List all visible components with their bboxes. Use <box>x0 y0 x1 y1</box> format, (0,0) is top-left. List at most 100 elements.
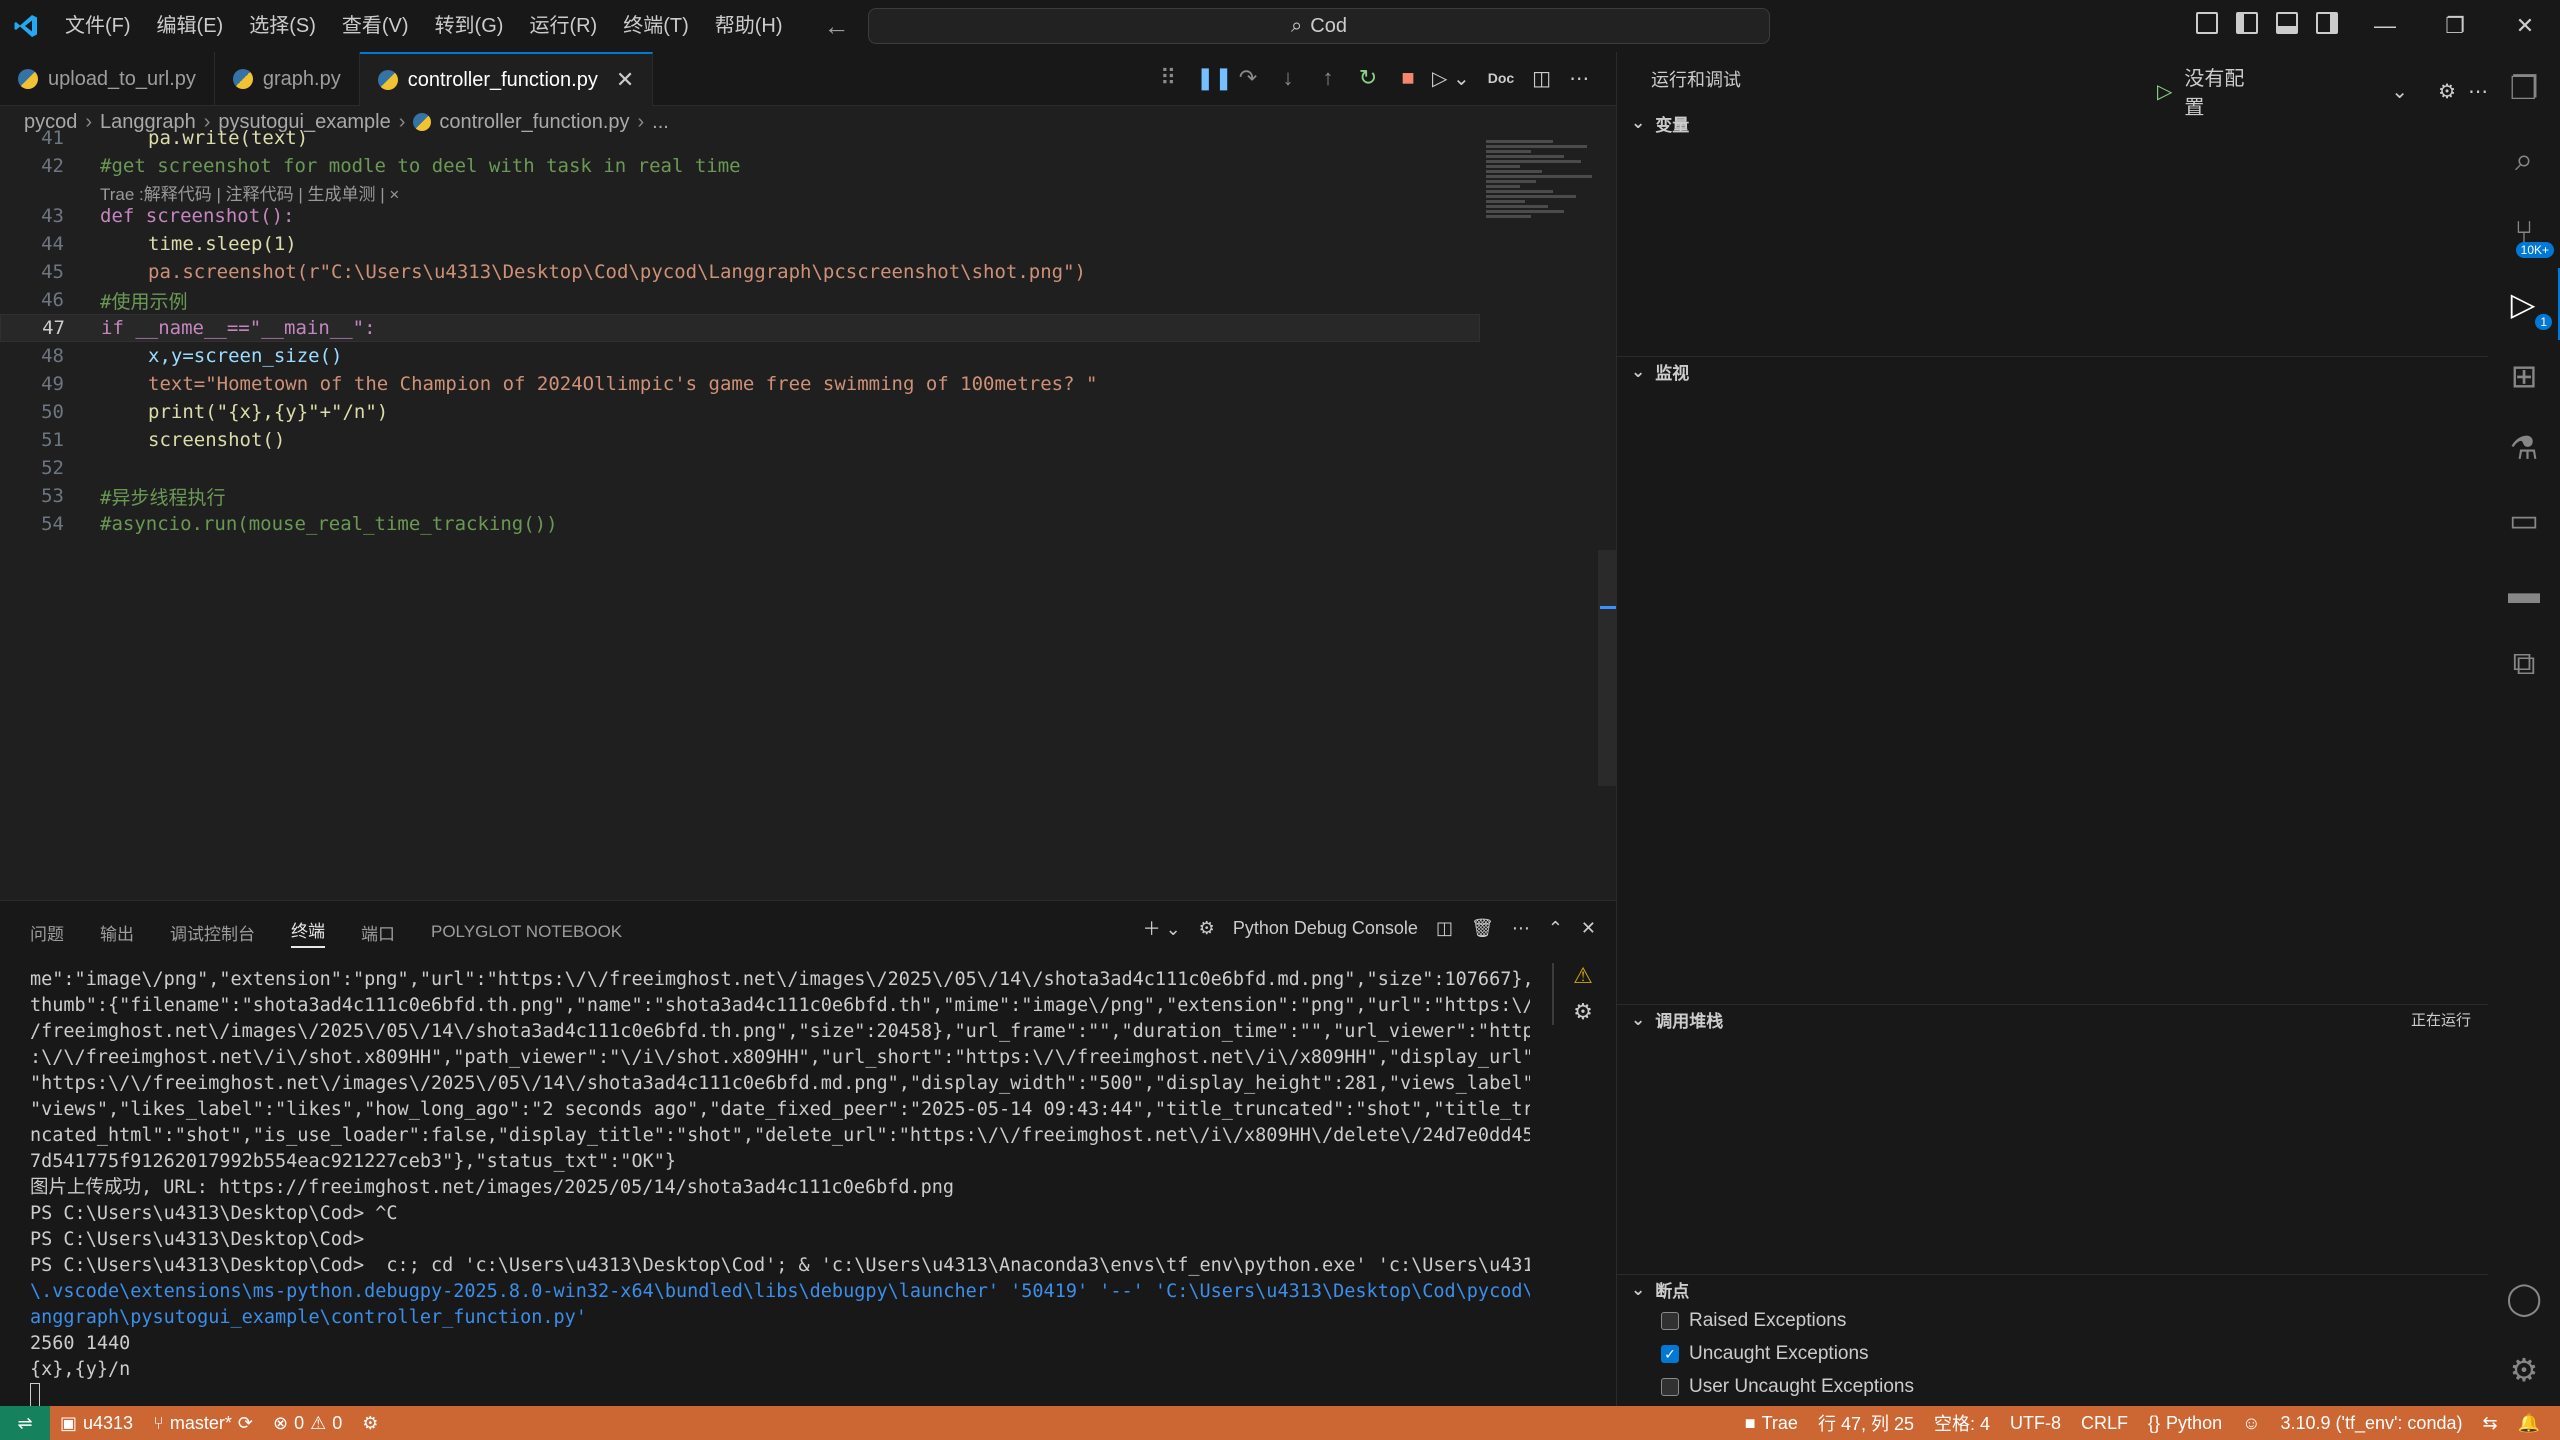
menu-go[interactable]: 转到(G) <box>422 0 517 52</box>
breakpoint-user-uncaught-exceptions[interactable]: User Uncaught Exceptions <box>1661 1376 1914 1398</box>
search-icon[interactable]: ⌕ <box>2488 124 2560 196</box>
minimize-icon[interactable]: — <box>2350 0 2420 52</box>
pause-icon[interactable]: ❚❚ <box>1196 65 1233 91</box>
tab-graph[interactable]: graph.py <box>215 52 360 106</box>
step-out-icon[interactable]: ↑ <box>1316 65 1340 91</box>
close-window-icon[interactable]: ✕ <box>2490 0 2560 52</box>
breakpoint-raised-exceptions[interactable]: Raised Exceptions <box>1661 1310 1846 1332</box>
status-spaces[interactable]: 空格: 4 <box>1924 1410 2000 1436</box>
checkbox[interactable] <box>1661 1312 1679 1330</box>
section-watch[interactable]: ⌄ 监视 <box>1617 356 2489 386</box>
close-tab-icon[interactable]: ✕ <box>616 67 634 93</box>
debug-terminal-icon[interactable]: ⚙ <box>1573 999 1593 1025</box>
status-position[interactable]: 行 47, 列 25 <box>1808 1410 1924 1436</box>
remote-indicator-icon[interactable]: ⇌ <box>0 1406 50 1440</box>
run-debug-icon[interactable]: ▷ 1 <box>2488 268 2560 340</box>
more-actions-icon[interactable]: ⋯ <box>2468 79 2488 104</box>
drag-handle-icon[interactable]: ⠿ <box>1156 65 1180 91</box>
back-arrow-icon[interactable]: ← <box>824 11 850 42</box>
menu-view[interactable]: 查看(V) <box>329 0 422 52</box>
checkbox[interactable] <box>1661 1378 1679 1396</box>
section-call-stack[interactable]: ⌄ 调用堆栈 正在运行 <box>1617 1004 2489 1034</box>
menu-edit[interactable]: 编辑(E) <box>144 0 237 52</box>
account-icon[interactable]: ◯ <box>2488 1262 2560 1334</box>
menu-run[interactable]: 运行(R) <box>516 0 610 52</box>
status-encoding[interactable]: UTF-8 <box>2000 1413 2071 1434</box>
start-debugging-icon[interactable]: ▷ <box>2157 79 2172 104</box>
breakpoint-uncaught-exceptions[interactable]: ✓ Uncaught Exceptions <box>1661 1343 1869 1365</box>
split-terminal-icon[interactable]: ◫ <box>1436 918 1453 939</box>
toggle-primary-sidebar-icon[interactable] <box>2236 12 2258 34</box>
more-actions-icon[interactable]: ⋯ <box>1512 918 1530 939</box>
code-text: pa.screenshot(r"C:\Users\u4313\Desktop\C… <box>148 261 1086 283</box>
doc-button[interactable]: Doc <box>1488 70 1514 86</box>
new-terminal-icon[interactable]: ＋ ⌄ <box>1143 915 1181 941</box>
notifications-bell-icon[interactable]: 🔔 <box>2508 1413 2550 1434</box>
status-problems[interactable]: ⊗ 0 ⚠ 0 <box>263 1413 352 1434</box>
testing-icon[interactable]: ⚗ <box>2488 412 2560 484</box>
chevron-down-icon: ⌄ <box>1631 1279 1646 1299</box>
more-actions-icon[interactable]: ⋯ <box>1569 66 1589 91</box>
tab-debug-console[interactable]: 调试控制台 <box>170 920 255 945</box>
toggle-panel-icon[interactable] <box>2276 12 2298 34</box>
status-feedback-icon[interactable]: ⇆ <box>2472 1413 2507 1434</box>
branch-icon: ⑂ <box>153 1412 164 1433</box>
tab-polyglot-notebook[interactable]: POLYGLOT NOTEBOOK <box>431 922 622 942</box>
line-number: 42 <box>41 155 64 177</box>
python-file-icon <box>377 70 398 90</box>
source-control-icon[interactable]: ⑂ 10K+ <box>2488 196 2560 268</box>
run-file-icon[interactable]: ▷ ⌄ <box>1432 66 1470 91</box>
tab-upload-to-url[interactable]: upload_to_url.py <box>0 52 215 106</box>
restart-icon[interactable]: ↻ <box>1356 65 1380 91</box>
toggle-secondary-sidebar-icon[interactable] <box>2316 12 2338 34</box>
status-user[interactable]: ▣ u4313 <box>50 1413 143 1434</box>
gear-icon[interactable]: ⚙ <box>2438 79 2456 104</box>
status-eol[interactable]: CRLF <box>2071 1413 2138 1434</box>
extensions-icon[interactable]: ⊞ <box>2488 340 2560 412</box>
code-editor[interactable]: 41 pa.write(text) 42 #get screenshot for… <box>0 128 1600 900</box>
trae-extension-icon[interactable]: ⧉ <box>2488 628 2560 700</box>
trash-icon[interactable]: 🗑 <box>1471 918 1494 939</box>
tab-terminal[interactable]: 终端 <box>291 917 325 948</box>
section-breakpoints[interactable]: ⌄ 断点 <box>1617 1274 2489 1304</box>
tab-ports[interactable]: 端口 <box>361 920 395 945</box>
editor-scrollbar[interactable] <box>1598 550 1616 786</box>
terminal-name[interactable]: Python Debug Console <box>1233 918 1418 939</box>
status-copilot-icon[interactable]: ☺ <box>2232 1413 2270 1434</box>
menu-file[interactable]: 文件(F) <box>52 0 144 52</box>
line-number: 41 <box>41 128 64 148</box>
panel-icon[interactable]: ▬ <box>2488 556 2560 628</box>
explorer-icon[interactable]: ❐ <box>2488 52 2560 124</box>
status-language[interactable]: {} Python <box>2138 1413 2232 1434</box>
status-trae[interactable]: ■ Trae <box>1735 1413 1808 1434</box>
remote-explorer-icon[interactable]: ▭ <box>2488 484 2560 556</box>
line-number: 53 <box>41 485 64 507</box>
tab-output[interactable]: 输出 <box>100 920 134 945</box>
status-branch[interactable]: ⑂ master* ⟳ <box>143 1413 263 1434</box>
status-interpreter[interactable]: 3.10.9 ('tf_env': conda) <box>2270 1413 2472 1434</box>
split-editor-icon[interactable]: ◫ <box>1532 66 1551 91</box>
code-line: 54 #asyncio.run(mouse_real_time_tracking… <box>0 510 1480 538</box>
tab-problems[interactable]: 问题 <box>30 920 64 945</box>
manage-gear-icon[interactable]: ⚙ <box>2488 1334 2560 1406</box>
checkbox-checked[interactable]: ✓ <box>1661 1345 1679 1363</box>
tab-controller-function[interactable]: controller_function.py ✕ <box>359 52 654 106</box>
section-variables[interactable]: ⌄ 变量 <box>1617 108 2489 138</box>
command-center-search[interactable]: ⌕ Cod <box>868 8 1770 44</box>
step-over-icon[interactable]: ↷ <box>1236 65 1260 91</box>
minimap[interactable] <box>1486 138 1598 258</box>
customize-layout-icon[interactable] <box>2196 12 2218 34</box>
stop-icon[interactable]: ■ <box>1396 65 1420 91</box>
warning-icon[interactable]: ⚠ <box>1573 963 1593 989</box>
maximize-panel-icon[interactable]: ⌃ <box>1548 918 1563 939</box>
terminal-output[interactable]: me":"image\/png","extension":"png","url"… <box>30 967 1530 1407</box>
menu-terminal[interactable]: 终端(T) <box>610 0 702 52</box>
close-panel-icon[interactable]: ✕ <box>1581 918 1596 939</box>
menu-selection[interactable]: 选择(S) <box>236 0 329 52</box>
step-into-icon[interactable]: ↓ <box>1276 65 1300 91</box>
tab-label: controller_function.py <box>407 68 598 91</box>
menu-help[interactable]: 帮助(H) <box>702 0 796 52</box>
restore-icon[interactable]: ❐ <box>2420 0 2490 52</box>
status-debug[interactable]: ⚙ <box>352 1413 388 1434</box>
chevron-down-icon[interactable]: ⌄ <box>2391 79 2408 104</box>
